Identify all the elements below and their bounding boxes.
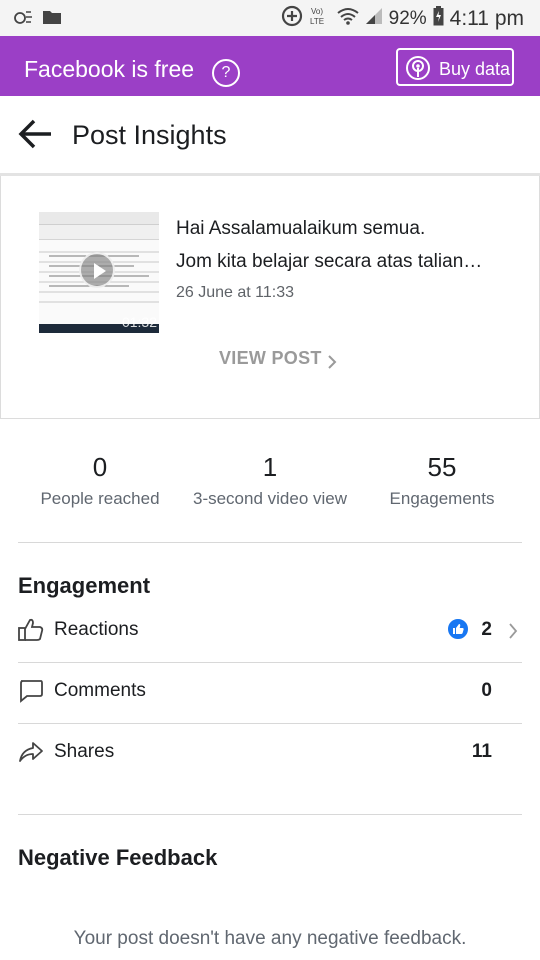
data-saver-icon [281,5,303,33]
comments-count: 0 [481,680,492,701]
shares-row: Shares 11 [18,724,522,784]
svg-text:LTE: LTE [310,17,324,26]
stat-label: People reached [40,489,160,508]
post-text-line-2: Jom kita belajar secara atas talian… [176,251,483,272]
stat-video-views: 1 3-second video view [180,452,360,509]
thumbs-up-icon [18,618,44,647]
wifi-icon [337,7,359,31]
battery-icon [433,6,444,32]
thumb-toolbar [39,212,159,225]
stat-engagements: 55 Engagements [376,452,508,509]
volte-icon: Vo) LTE [309,5,331,33]
stat-value: 0 [92,452,108,482]
section-divider [18,814,522,815]
post-text-line-1: Hai Assalamualaikum semua. [176,218,426,239]
stats-row: 0 People reached 1 3-second video view 5… [0,430,540,542]
signal-icon [365,7,383,31]
post-date: 26 June at 11:33 [176,284,295,301]
buy-data-button[interactable]: Buy data [396,48,514,86]
comments-label: Comments [54,680,146,701]
video-thumbnail[interactable]: 01:32 [39,212,159,333]
app-header: Post Insights [0,96,540,173]
stat-label: 3-second video view [192,489,348,508]
buy-data-label: Buy data [439,59,511,79]
battery-percent: 92% [388,8,427,29]
banner-text: Facebook is free [24,56,195,82]
comment-icon [18,679,44,708]
comments-row: Comments 0 [18,663,522,723]
stats-divider [18,542,522,543]
broadcast-icon [404,55,432,86]
negative-feedback-text: Your post doesn't have any negative feed… [73,928,467,949]
sync-icon [12,8,34,31]
reactions-row[interactable]: Reactions 2 [18,602,522,662]
stat-people-reached: 0 People reached [30,452,170,509]
like-reaction-icon [446,617,470,641]
page-title: Post Insights [72,120,227,150]
stat-value: 1 [262,452,278,482]
chevron-right-icon [327,354,337,375]
stat-label: Engagements [389,489,495,508]
shares-label: Shares [54,741,115,762]
negative-feedback-title: Negative Feedback [18,845,218,870]
help-icon[interactable]: ? [212,59,240,87]
thumb-ribbon [39,225,159,240]
view-post-link[interactable]: VIEW POST [219,348,322,369]
chevron-right-icon [508,622,518,645]
stat-value: 55 [427,452,457,482]
post-card: 01:32 Hai Assalamualaikum semua. Jom kit… [0,176,540,419]
back-arrow-icon[interactable] [18,118,54,155]
folder-icon [42,9,62,30]
reactions-label: Reactions [54,619,139,640]
video-duration: 01:32 [121,314,157,330]
svg-text:Vo): Vo) [311,7,323,16]
clock: 4:11 pm [449,7,524,30]
play-icon[interactable] [79,252,115,288]
shares-count: 11 [471,741,492,762]
engagement-title: Engagement [18,573,151,598]
reactions-count: 2 [481,619,492,640]
status-bar: Vo) LTE 92% 4:11 pm [0,0,540,36]
share-icon [18,740,44,769]
